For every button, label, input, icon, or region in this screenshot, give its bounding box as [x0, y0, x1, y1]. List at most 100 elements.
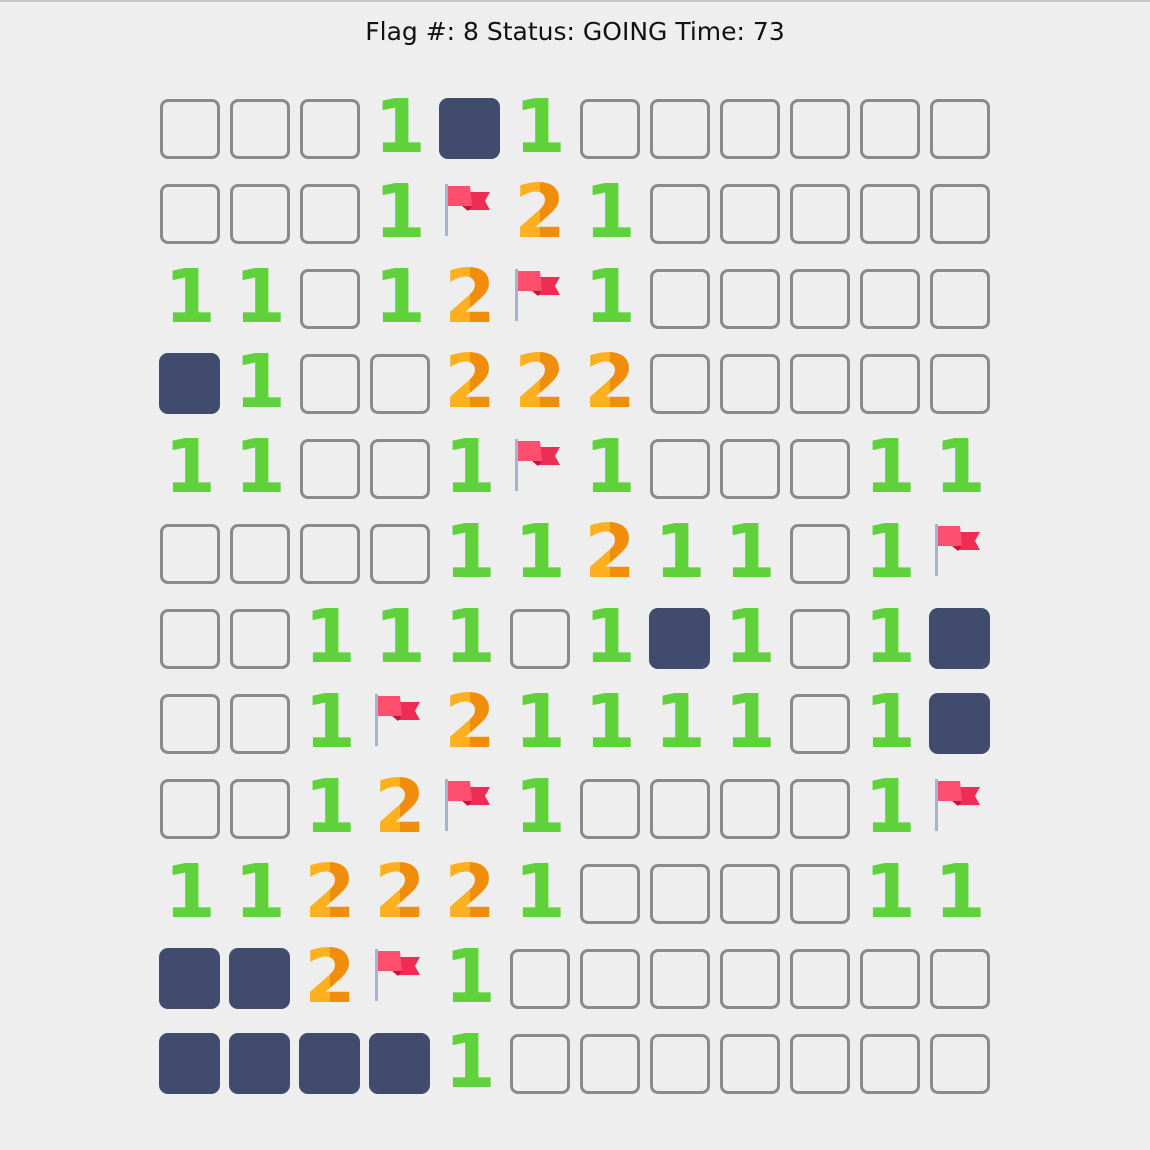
board-cell[interactable]: 1	[925, 850, 995, 945]
board-cell[interactable]	[225, 690, 295, 775]
board-cell[interactable]: 1	[435, 595, 505, 690]
unrevealed-tile[interactable]	[790, 949, 850, 1009]
unrevealed-tile[interactable]	[230, 779, 290, 839]
board-cell[interactable]	[155, 1030, 225, 1115]
board-cell[interactable]	[785, 180, 855, 265]
unrevealed-tile[interactable]	[790, 779, 850, 839]
board-cell[interactable]	[575, 775, 645, 860]
board-cell[interactable]: 1	[155, 425, 225, 520]
board-cell[interactable]: 1	[505, 765, 575, 860]
board-cell[interactable]	[365, 1030, 435, 1115]
board-cell[interactable]	[785, 265, 855, 350]
board-cell[interactable]: 2	[435, 255, 505, 350]
board-cell[interactable]	[925, 775, 995, 860]
board-cell[interactable]	[645, 860, 715, 945]
unrevealed-tile[interactable]	[720, 99, 780, 159]
unrevealed-tile[interactable]	[930, 99, 990, 159]
board-cell[interactable]	[925, 95, 995, 180]
unrevealed-tile[interactable]	[720, 439, 780, 499]
board-cell[interactable]: 1	[435, 425, 505, 520]
unrevealed-tile[interactable]	[580, 949, 640, 1009]
unrevealed-tile[interactable]	[860, 269, 920, 329]
board-cell[interactable]: 1	[295, 595, 365, 690]
board-cell[interactable]	[435, 180, 505, 265]
unrevealed-tile[interactable]	[720, 949, 780, 1009]
board-cell[interactable]: 1	[155, 255, 225, 350]
unrevealed-tile[interactable]	[300, 99, 360, 159]
unrevealed-tile[interactable]	[650, 184, 710, 244]
board-cell[interactable]	[645, 265, 715, 350]
unrevealed-tile[interactable]	[300, 269, 360, 329]
board-cell[interactable]	[645, 945, 715, 1030]
board-cell[interactable]: 2	[505, 340, 575, 435]
unrevealed-tile[interactable]	[160, 779, 220, 839]
board-cell[interactable]	[575, 860, 645, 945]
board-cell[interactable]	[225, 605, 295, 690]
board-cell[interactable]	[645, 605, 715, 690]
board-cell[interactable]	[715, 180, 785, 265]
board-cell[interactable]	[855, 265, 925, 350]
board-cell[interactable]	[155, 95, 225, 180]
board-cell[interactable]: 1	[715, 510, 785, 605]
board-cell[interactable]: 1	[225, 255, 295, 350]
unrevealed-tile[interactable]	[930, 269, 990, 329]
board-cell[interactable]	[785, 1030, 855, 1115]
board-cell[interactable]: 1	[505, 510, 575, 605]
board-cell[interactable]: 1	[575, 170, 645, 265]
board-cell[interactable]	[365, 520, 435, 605]
board-cell[interactable]	[295, 180, 365, 265]
board-cell[interactable]: 1	[155, 850, 225, 945]
board-cell[interactable]: 1	[435, 510, 505, 605]
board-cell[interactable]: 2	[575, 340, 645, 435]
board-cell[interactable]: 2	[575, 510, 645, 605]
unrevealed-tile[interactable]	[930, 184, 990, 244]
board-cell[interactable]: 1	[575, 255, 645, 350]
board-cell[interactable]	[505, 1030, 575, 1115]
unrevealed-tile[interactable]	[650, 779, 710, 839]
board-cell[interactable]	[785, 945, 855, 1030]
board-cell[interactable]: 1	[645, 680, 715, 775]
board-cell[interactable]	[505, 945, 575, 1030]
board-cell[interactable]	[365, 945, 435, 1030]
unrevealed-tile[interactable]	[720, 864, 780, 924]
board-cell[interactable]	[155, 180, 225, 265]
unrevealed-tile[interactable]	[160, 609, 220, 669]
board-cell[interactable]	[925, 690, 995, 775]
unrevealed-tile[interactable]	[930, 949, 990, 1009]
unrevealed-tile[interactable]	[510, 949, 570, 1009]
unrevealed-tile[interactable]	[790, 864, 850, 924]
board-cell[interactable]	[925, 1030, 995, 1115]
board-cell[interactable]	[925, 265, 995, 350]
board-cell[interactable]	[295, 265, 365, 350]
board-cell[interactable]	[785, 435, 855, 520]
unrevealed-tile[interactable]	[790, 184, 850, 244]
board-cell[interactable]: 2	[295, 850, 365, 945]
board-cell[interactable]: 1	[575, 595, 645, 690]
unrevealed-tile[interactable]	[580, 1034, 640, 1094]
board-cell[interactable]	[295, 95, 365, 180]
unrevealed-tile[interactable]	[160, 99, 220, 159]
board-cell[interactable]	[785, 605, 855, 690]
board-cell[interactable]: 1	[855, 850, 925, 945]
board-cell[interactable]	[855, 350, 925, 435]
unrevealed-tile[interactable]	[300, 439, 360, 499]
unrevealed-tile[interactable]	[650, 99, 710, 159]
board-cell[interactable]: 1	[575, 680, 645, 775]
unrevealed-tile[interactable]	[160, 524, 220, 584]
board-cell[interactable]: 1	[505, 680, 575, 775]
board-cell[interactable]: 1	[365, 255, 435, 350]
unrevealed-tile[interactable]	[720, 1034, 780, 1094]
unrevealed-tile[interactable]	[720, 184, 780, 244]
board-cell[interactable]	[925, 350, 995, 435]
board-cell[interactable]: 2	[365, 765, 435, 860]
unrevealed-tile[interactable]	[720, 779, 780, 839]
board-cell[interactable]	[645, 435, 715, 520]
board-cell[interactable]	[365, 350, 435, 435]
board-cell[interactable]	[855, 945, 925, 1030]
board-cell[interactable]	[715, 860, 785, 945]
unrevealed-tile[interactable]	[650, 864, 710, 924]
board-cell[interactable]	[575, 1030, 645, 1115]
board-cell[interactable]	[365, 435, 435, 520]
board-cell[interactable]	[225, 775, 295, 860]
unrevealed-tile[interactable]	[790, 524, 850, 584]
